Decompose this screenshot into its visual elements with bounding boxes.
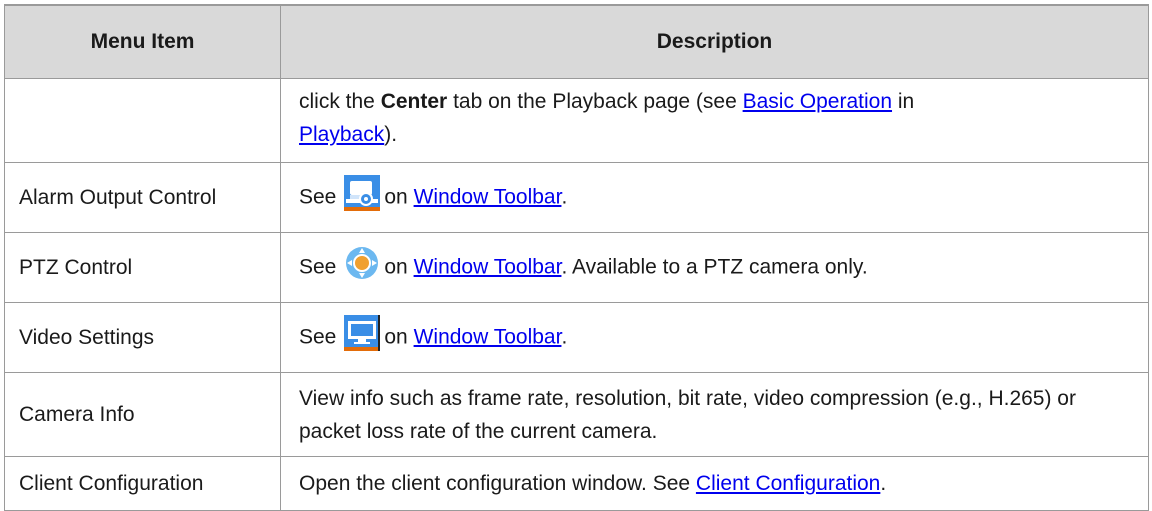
- alarm-output-icon: [344, 174, 381, 211]
- menu-item-cell: [4, 78, 281, 163]
- description-cell: View info such as frame rate, resolution…: [280, 372, 1149, 457]
- client-configuration-link[interactable]: Client Configuration: [696, 472, 880, 495]
- menu-item-cell: Client Configuration: [4, 456, 281, 511]
- desc-text: ).: [384, 123, 398, 146]
- desc-text: on: [384, 325, 408, 349]
- menu-item-cell: Camera Info: [4, 372, 281, 457]
- desc-text: . Available to a PTZ camera only.: [561, 255, 868, 279]
- description-cell: Open the client configuration window. Se…: [280, 456, 1149, 511]
- basic-operation-link[interactable]: Basic Operation: [743, 90, 892, 113]
- table-row: click the Center tab on the Playback pag…: [4, 78, 1149, 163]
- desc-text: Open the client configuration window. Se…: [299, 472, 696, 495]
- center-tab-label: Center: [380, 90, 448, 113]
- menu-items-table: Menu Item Description click the Center t…: [4, 4, 1149, 511]
- description-cell: See on Window Toolbar.: [280, 302, 1149, 373]
- table-header-row: Menu Item Description: [4, 4, 1149, 79]
- menu-item-cell: Video Settings: [4, 302, 281, 373]
- window-toolbar-link[interactable]: Window Toolbar: [414, 325, 562, 348]
- menu-item-cell: PTZ Control: [4, 232, 281, 303]
- desc-text: tab on the Playback page (see: [447, 90, 743, 113]
- desc-text: on: [384, 185, 408, 209]
- menu-item-cell: Alarm Output Control: [4, 162, 281, 233]
- desc-text: See: [299, 255, 337, 279]
- desc-text: See: [299, 185, 337, 209]
- header-menu-item: Menu Item: [4, 4, 281, 79]
- table-row: Client Configuration Open the client con…: [4, 456, 1149, 511]
- table-row: Camera Info View info such as frame rate…: [4, 372, 1149, 457]
- playback-link[interactable]: Playback: [299, 123, 384, 146]
- window-toolbar-link[interactable]: Window Toolbar: [414, 255, 562, 278]
- table-row: Alarm Output Control See on Window Toolb…: [4, 162, 1149, 233]
- desc-text: click the: [299, 90, 381, 113]
- description-cell: See on Window Toolbar. Available to a PT…: [280, 232, 1149, 303]
- desc-text: in: [892, 90, 915, 113]
- desc-text: .: [561, 325, 568, 349]
- header-description: Description: [280, 4, 1149, 79]
- desc-text: .: [880, 472, 887, 495]
- ptz-control-icon: [344, 244, 381, 281]
- desc-text: See: [299, 325, 337, 349]
- table-row: PTZ Control See on Window Toolbar. Avail…: [4, 232, 1149, 303]
- window-toolbar-link[interactable]: Window Toolbar: [414, 185, 562, 208]
- monitor-icon: [344, 314, 381, 351]
- table-row: Video Settings See on Window Toolbar.: [4, 302, 1149, 373]
- description-cell: click the Center tab on the Playback pag…: [280, 78, 1149, 163]
- description-cell: See on Window Toolbar.: [280, 162, 1149, 233]
- desc-text: .: [561, 185, 568, 209]
- desc-text: on: [384, 255, 408, 279]
